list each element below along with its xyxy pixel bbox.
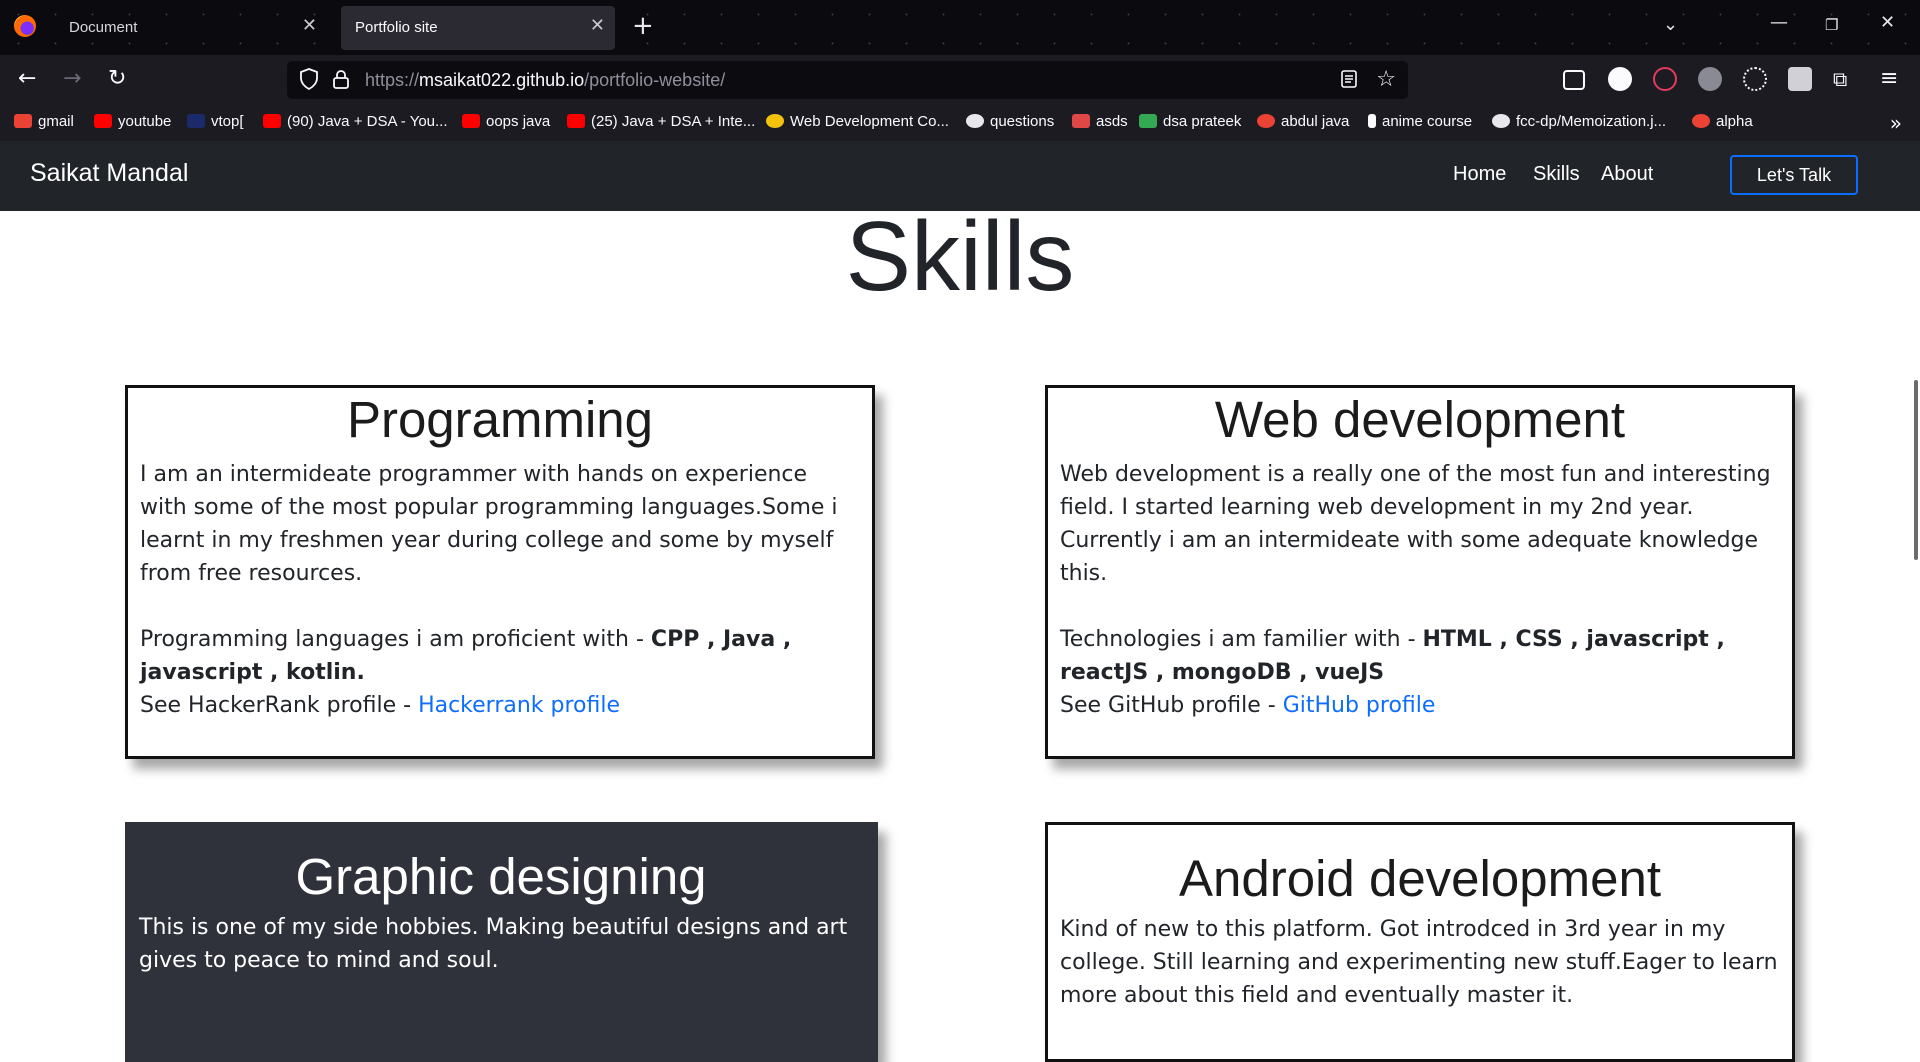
navigation-toolbar: ← → ↻ https://msaikat022.github.io/portf…	[0, 55, 1920, 105]
bookmark-item[interactable]: alpha	[1692, 113, 1753, 133]
forward-icon[interactable]: →	[63, 65, 81, 93]
bookmark-item[interactable]: dsa prateek	[1139, 113, 1241, 133]
github-profile-link[interactable]: GitHub profile	[1283, 693, 1436, 718]
tab-title: Portfolio site	[355, 19, 438, 36]
skill-card-programming: Programming I am an intermideate program…	[125, 385, 875, 759]
card-intro: This is one of my side hobbies. Making b…	[139, 915, 848, 973]
skill-card-android-development: Android development Kind of new to this …	[1045, 822, 1795, 1062]
extension-play-icon[interactable]	[1653, 67, 1677, 91]
bolt-icon	[1368, 114, 1376, 128]
restore-icon[interactable]: ❐	[1825, 16, 1838, 34]
github-icon	[1492, 114, 1510, 128]
extension-m-icon[interactable]	[1608, 67, 1632, 91]
gmail-icon	[1692, 114, 1710, 128]
react-devtools-icon[interactable]	[1743, 67, 1767, 91]
lock-icon[interactable]	[332, 69, 350, 89]
tab-title: Document	[69, 19, 138, 36]
youtube-icon	[462, 114, 480, 128]
youtube-icon	[567, 114, 585, 128]
nav-link-about[interactable]: About	[1601, 163, 1653, 186]
card-list: Programming languages i am proficient wi…	[140, 627, 792, 685]
card-intro: I am an intermideate programmer with han…	[140, 462, 838, 586]
flag-icon	[1072, 114, 1090, 128]
bookmark-star-icon[interactable]: ☆	[1376, 67, 1396, 92]
card-title: Android development	[1179, 850, 1661, 907]
card-profile: See HackerRank profile - Hackerrank prof…	[140, 693, 621, 718]
list-all-tabs-icon[interactable]: ⌄	[1663, 14, 1678, 35]
new-tab-icon[interactable]: +	[632, 12, 654, 40]
scrollbar-thumb[interactable]	[1914, 380, 1918, 560]
pocket-icon[interactable]	[1563, 70, 1585, 90]
skill-card-graphic-designing: Graphic designing This is one of my side…	[125, 822, 878, 1062]
bookmark-item[interactable]: (25) Java + DSA + Inte...	[567, 113, 755, 133]
chevron-double-right-icon[interactable]: »	[1890, 111, 1902, 135]
bookmark-item[interactable]: questions	[966, 113, 1054, 133]
vtop-icon	[187, 114, 205, 128]
card-title: Graphic designing	[295, 848, 707, 905]
close-tab-icon[interactable]: ✕	[302, 16, 317, 36]
gmail-icon	[14, 114, 32, 128]
nav-link-skills[interactable]: Skills	[1533, 163, 1580, 186]
bookmark-item[interactable]: asds	[1072, 113, 1128, 133]
youtube-icon	[263, 114, 281, 128]
card-title: Web development	[1214, 391, 1626, 448]
section-title: Skills	[845, 201, 1075, 311]
bookmarks-toolbar: gmail youtube vtop[ (90) Java + DSA - Yo…	[0, 105, 1920, 142]
close-tab-icon[interactable]: ✕	[590, 16, 605, 36]
menu-icon[interactable]: ≡	[1880, 65, 1898, 93]
bookmark-item[interactable]: vtop[	[187, 113, 244, 133]
github-icon	[966, 114, 984, 128]
youtube-icon	[94, 114, 112, 128]
nav-link-home[interactable]: Home	[1453, 163, 1506, 186]
bookmark-item[interactable]: gmail	[14, 113, 74, 133]
tab-document[interactable]: Document ✕	[55, 6, 327, 50]
tab-strip: Document ✕ Portfolio site ✕ + ⌄ — ❐ ✕	[0, 0, 1920, 55]
extensions-puzzle-icon[interactable]: ⧉	[1833, 65, 1847, 93]
reader-view-icon[interactable]	[1340, 69, 1358, 89]
course-icon	[766, 114, 784, 128]
hackerrank-profile-link[interactable]: Hackerrank profile	[418, 693, 620, 718]
gmail-icon	[1257, 114, 1275, 128]
extension-photo-icon[interactable]	[1788, 67, 1812, 91]
extension-s-icon[interactable]	[1698, 67, 1722, 91]
url-bar[interactable]: https://msaikat022.github.io/portfolio-w…	[287, 61, 1408, 99]
site-brand[interactable]: Saikat Mandal	[30, 159, 188, 188]
firefox-icon[interactable]	[14, 15, 36, 37]
minimize-icon[interactable]: —	[1770, 12, 1788, 33]
lets-talk-button[interactable]: Let's Talk	[1730, 155, 1858, 195]
bookmark-item[interactable]: (90) Java + DSA - You...	[263, 113, 448, 133]
bookmark-item[interactable]: anime course	[1368, 113, 1472, 133]
card-intro: Kind of new to this platform. Got introd…	[1060, 917, 1778, 1008]
card-intro: Web development is a really one of the m…	[1060, 462, 1771, 586]
skill-card-web-development: Web development Web development is a rea…	[1045, 385, 1795, 759]
shield-icon[interactable]	[299, 68, 319, 90]
card-title: Programming	[346, 391, 654, 448]
bookmark-item[interactable]: youtube	[94, 113, 171, 133]
reload-icon[interactable]: ↻	[108, 65, 126, 93]
window-close-icon[interactable]: ✕	[1880, 12, 1895, 33]
url-text[interactable]: https://msaikat022.github.io/portfolio-w…	[365, 70, 725, 91]
drive-icon	[1139, 114, 1157, 128]
bookmark-item[interactable]: Web Development Co...	[766, 113, 949, 133]
tab-portfolio-site[interactable]: Portfolio site ✕	[341, 6, 615, 50]
card-profile: See GitHub profile - GitHub profile	[1060, 693, 1436, 718]
bookmark-item[interactable]: oops java	[462, 113, 550, 133]
card-list: Technologies i am familier with - HTML ,…	[1060, 627, 1725, 685]
back-icon[interactable]: ←	[18, 65, 36, 93]
bookmark-item[interactable]: fcc-dp/Memoization.j...	[1492, 113, 1666, 133]
bookmark-item[interactable]: abdul java	[1257, 113, 1349, 133]
